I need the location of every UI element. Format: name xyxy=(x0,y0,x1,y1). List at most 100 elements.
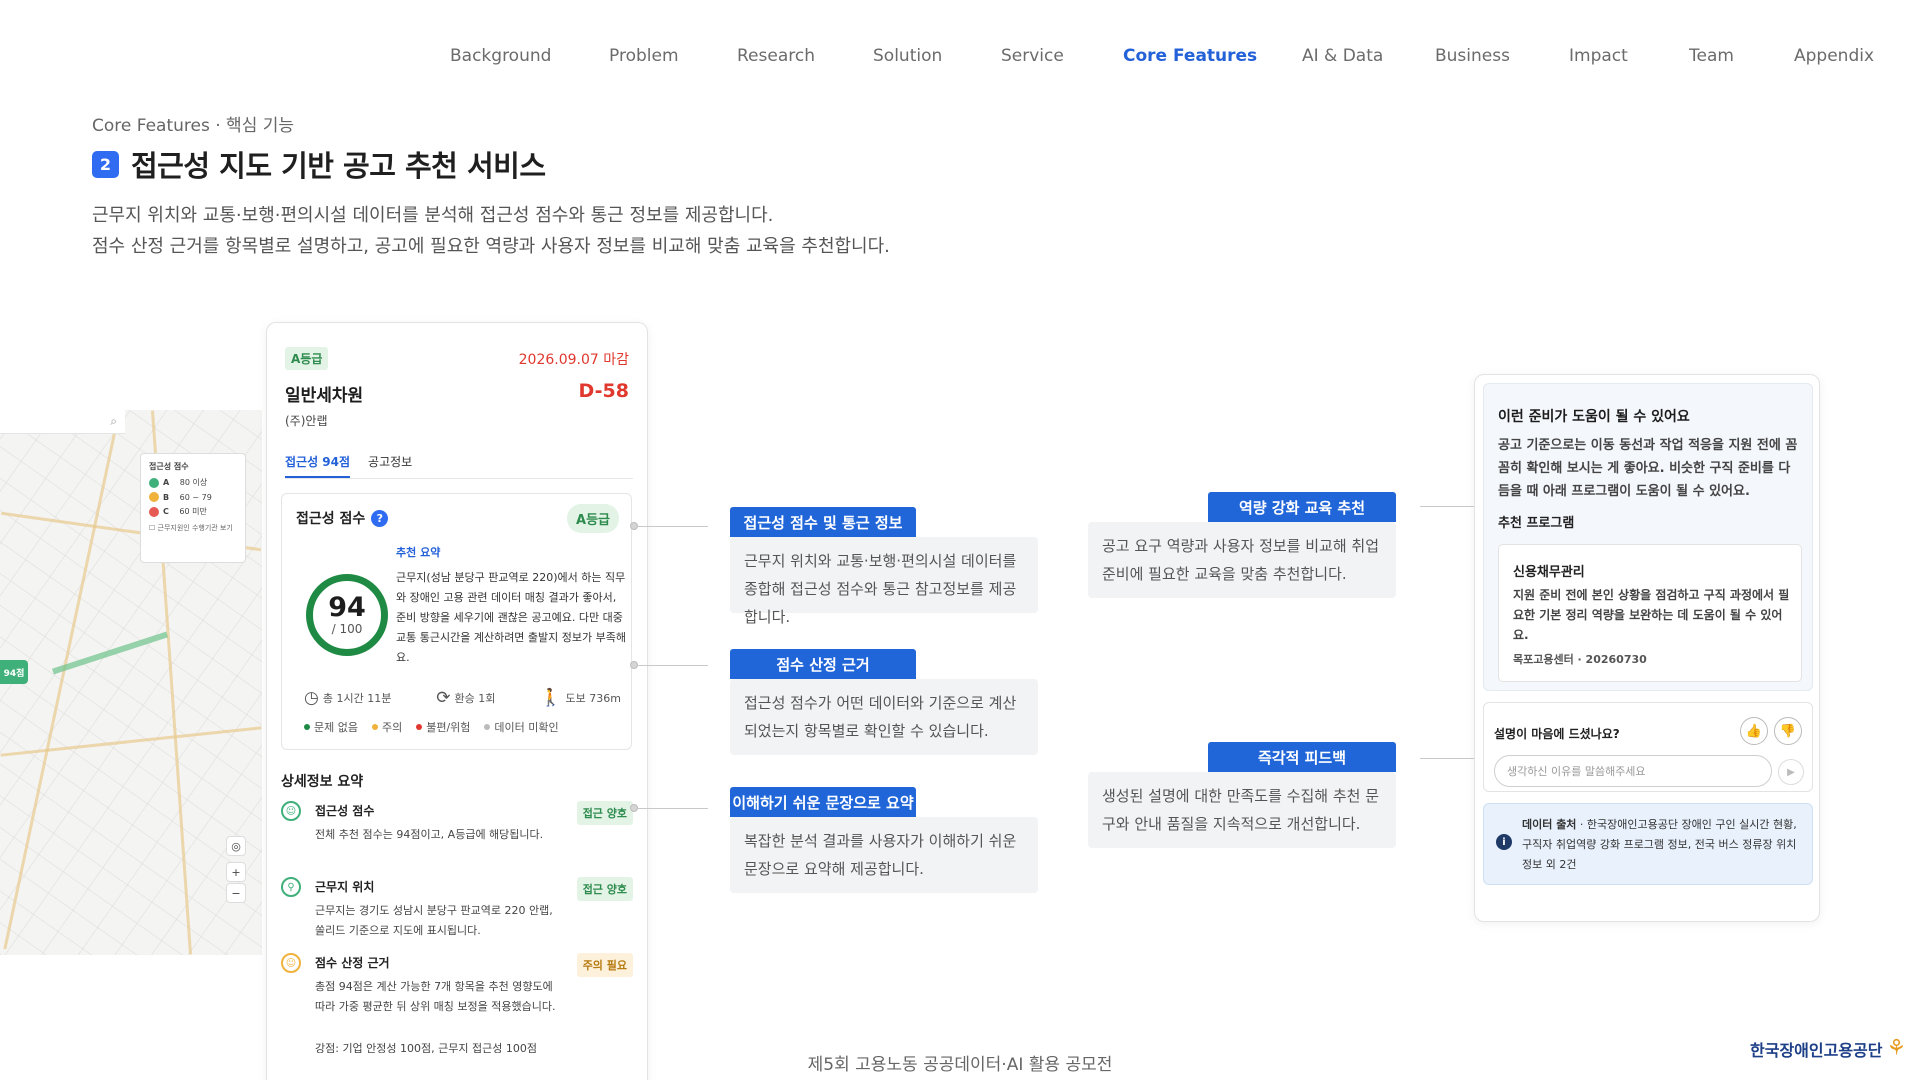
tab-job-info[interactable]: 공고정보 xyxy=(368,453,412,478)
detail-row-location: ⚲ 근무지 위치 접근 양호 근무지는 경기도 성남시 분당구 판교역로 220… xyxy=(281,877,633,937)
preparation-text: 공고 기준으로는 이동 동선과 작업 적응을 지원 전에 꼼꼼히 확인해 보시는… xyxy=(1498,438,1798,499)
help-icon[interactable]: ? xyxy=(371,509,389,527)
preparation-heading: 이런 준비가 도움이 될 수 있어요 xyxy=(1498,409,1690,425)
nav-ai-data[interactable]: AI & Data xyxy=(1302,46,1383,66)
legend-checkbox[interactable]: ☐ 근무지원인 수행기관 보기 xyxy=(149,523,237,533)
status-caution: 주의 xyxy=(371,719,402,735)
section-eyebrow: Core Features · 핵심 기능 xyxy=(92,116,295,136)
nav-business[interactable]: Business xyxy=(1435,46,1510,66)
commute-transfer: ⟳ 환승 1회 xyxy=(436,688,496,708)
score-title: 접근성 점수 xyxy=(296,511,366,527)
description-line-1: 근무지 위치와 교통·보행·편의시설 데이터를 분석해 접근성 점수와 통근 정… xyxy=(92,205,774,226)
nav-research[interactable]: Research xyxy=(737,46,815,66)
callout-label-summary: 이해하기 쉬운 문장으로 요약 xyxy=(730,787,916,817)
legend-row-c: C 60 미만 xyxy=(149,506,237,517)
deadline: 2026.09.07 마감 xyxy=(518,352,629,368)
legend-row-b: B 60 ~ 79 xyxy=(149,492,237,502)
job-title: 일반세차원 xyxy=(285,386,364,406)
program-section-title: 추천 프로그램 xyxy=(1498,516,1575,531)
score-grade-badge: A등급 xyxy=(567,504,619,533)
accessibility-score-box: 접근성 점수 ? A등급 94 / 100 추천 요약 근무지(성남 분당구 판… xyxy=(281,493,632,750)
status-badge: 주의 필요 xyxy=(576,953,633,977)
locate-icon[interactable]: ◎ xyxy=(226,836,246,856)
nav-problem[interactable]: Problem xyxy=(609,46,679,66)
send-icon[interactable]: ▶ xyxy=(1778,759,1804,785)
organization-logo: 한국장애인고용공단 ⚘ xyxy=(1750,1036,1907,1061)
job-detail-card: A등급 2026.09.07 마감 일반세차원 D-58 (주)안랩 접근성 9… xyxy=(266,322,648,1080)
page-title-row: 2 접근성 지도 기반 공고 추천 서비스 xyxy=(92,143,546,185)
status-badge: 접근 양호 xyxy=(576,801,633,825)
callout-text-education: 공고 요구 역량과 사용자 정보를 비교해 취업 준비에 필요한 교육을 맞춤 … xyxy=(1088,522,1396,598)
thumbs-down-icon[interactable]: 👎 xyxy=(1774,717,1802,745)
walk-icon: 🚶 xyxy=(540,688,562,708)
description-line-2: 점수 산정 근거를 항목별로 설명하고, 공고에 필요한 역량과 사용자 정보를… xyxy=(92,236,890,257)
status-badge: 접근 양호 xyxy=(576,877,633,901)
commute-walk: 🚶 도보 736m xyxy=(540,688,621,708)
status-danger: 불편/위험 xyxy=(416,719,470,735)
callout-text-basis: 접근성 점수가 어떤 데이터와 기준으로 계산되었는지 항목별로 확인할 수 있… xyxy=(730,679,1038,755)
page-description: 근무지 위치와 교통·보행·편의시설 데이터를 분석해 접근성 점수와 통근 정… xyxy=(92,200,890,262)
tab-accessibility[interactable]: 접근성 94점 xyxy=(285,453,351,478)
logo-mark-icon: ⚘ xyxy=(1886,1036,1907,1061)
nav-background[interactable]: Background xyxy=(450,46,551,66)
nav-team[interactable]: Team xyxy=(1689,46,1734,66)
footer-text: 제5회 고용노동 공공데이터·AI 활용 공모전 xyxy=(807,1055,1113,1075)
callout-label-education: 역량 강화 교육 추천 xyxy=(1208,492,1396,522)
nav-service[interactable]: Service xyxy=(1001,46,1064,66)
status-ok: 문제 없음 xyxy=(304,719,358,735)
connector-line xyxy=(638,665,708,666)
company-name: (주)안랩 xyxy=(285,414,328,428)
warning-face-icon: ☺ xyxy=(281,953,301,973)
status-legend: 문제 없음 주의 불편/위험 데이터 미확인 xyxy=(304,719,559,735)
nav-appendix[interactable]: Appendix xyxy=(1794,46,1874,66)
connector-dot xyxy=(630,661,638,669)
connector-dot xyxy=(630,804,638,812)
card-tabs: 접근성 94점 공고정보 xyxy=(285,453,633,479)
transfer-icon: ⟳ xyxy=(436,688,451,708)
clock-icon: ◷ xyxy=(304,688,319,708)
zoom-in-button[interactable]: + xyxy=(226,862,246,882)
connector-line xyxy=(638,526,708,527)
thumbs-up-icon[interactable]: 👍 xyxy=(1740,717,1768,745)
smile-icon: ☺ xyxy=(281,801,301,821)
program-title: 신용채무관리 xyxy=(1513,565,1585,580)
detail-row-score: ☺ 접근성 점수 접근 양호 전체 추천 점수는 94점이고, A등급에 해당됩… xyxy=(281,801,633,861)
info-icon: i xyxy=(1496,834,1512,850)
program-meta: 목포고용센터 · 20260730 xyxy=(1513,653,1647,666)
summary-text: 근무지(성남 분당구 판교역로 220)에서 하는 직무와 장애인 고용 관련 … xyxy=(396,571,627,664)
program-card[interactable]: 신용채무관리 지원 준비 전에 본인 상황을 점검하고 구직 과정에서 필요한 … xyxy=(1498,544,1802,682)
search-icon: ⌕ xyxy=(110,414,117,428)
location-pin-icon: ⚲ xyxy=(281,877,301,897)
detail-title: 상세정보 요약 xyxy=(281,774,364,790)
map-legend: 접근성 점수 A 80 이상 B 60 ~ 79 C 60 미만 ☐ 근무지원인… xyxy=(140,453,246,563)
feedback-question: 설명이 마음에 드셨나요? xyxy=(1494,727,1620,741)
d-day: D-58 xyxy=(578,380,629,402)
summary-title: 추천 요약 xyxy=(396,546,441,559)
legend-row-a: A 80 이상 xyxy=(149,477,237,488)
commute-info: ◷ 총 1시간 11분 ⟳ 환승 1회 🚶 도보 736m xyxy=(304,688,621,708)
feedback-input[interactable]: 생각하신 이유를 말씀해주세요 xyxy=(1494,755,1772,787)
map-search-bar[interactable]: ⌕ xyxy=(0,410,125,434)
connector-dot xyxy=(630,522,638,530)
callout-text-commute: 근무지 위치와 교통·보행·편의시설 데이터를 종합해 접근성 점수와 통근 참… xyxy=(730,537,1038,626)
data-source-text: 데이터 출처 · 한국장애인고용공단 장애인 구인 실시간 현황, 구직자 취업… xyxy=(1522,818,1797,871)
callout-text-summary: 복잡한 분석 결과를 사용자가 이해하기 쉬운 문장으로 요약해 제공합니다. xyxy=(730,817,1038,893)
feedback-panel: 설명이 마음에 드셨나요? 👍 👎 생각하신 이유를 말씀해주세요 ▶ xyxy=(1483,702,1813,792)
nav-impact[interactable]: Impact xyxy=(1569,46,1628,66)
preparation-panel: 이런 준비가 도움이 될 수 있어요 공고 기준으로는 이동 동선과 작업 적응… xyxy=(1483,383,1813,691)
callout-label-feedback: 즉각적 피드백 xyxy=(1208,742,1396,772)
status-unknown: 데이터 미확인 xyxy=(484,719,559,735)
score-title-row: 접근성 점수 ? xyxy=(296,508,389,528)
nav-core-features[interactable]: Core Features xyxy=(1123,46,1257,66)
section-number-badge: 2 xyxy=(92,150,119,178)
zoom-out-button[interactable]: − xyxy=(226,883,246,903)
nav-solution[interactable]: Solution xyxy=(873,46,942,66)
map-score-marker[interactable]: 94점 xyxy=(0,660,28,684)
grade-badge: A등급 xyxy=(285,347,329,370)
detail-row-basis: ☺ 점수 산정 근거 주의 필요 총점 94점은 계산 가능한 7개 항목을 추… xyxy=(281,953,633,1053)
commute-time: ◷ 총 1시간 11분 xyxy=(304,688,392,708)
score-ring: 94 / 100 xyxy=(306,574,388,656)
data-source-box: i 데이터 출처 · 한국장애인고용공단 장애인 구인 실시간 현황, 구직자 … xyxy=(1483,803,1813,885)
score-value: 94 xyxy=(328,592,366,623)
accessibility-map[interactable]: ⌕ 접근성 점수 A 80 이상 B 60 ~ 79 C 60 미만 ☐ 근무지… xyxy=(0,410,262,955)
